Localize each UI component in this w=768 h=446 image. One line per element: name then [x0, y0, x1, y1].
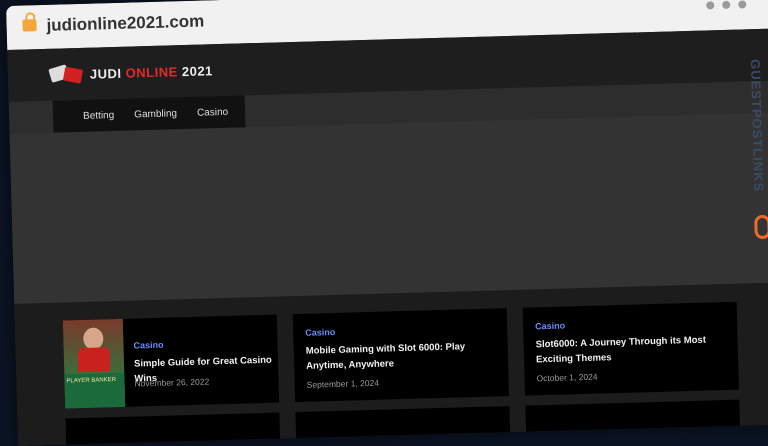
post-date: October 1, 2024	[536, 371, 598, 384]
browser-window: judionline2021.com JUDI ONLINE 2021 Bett…	[6, 0, 768, 446]
menu-dot-icon	[706, 1, 715, 10]
post-title[interactable]: Slot6000: A Journey Through its Most Exc…	[535, 332, 726, 367]
post-date: September 1, 2024	[306, 377, 380, 390]
watermark-text: GUESTPOSTLINKS	[747, 58, 767, 193]
logo-text-online: ONLINE	[125, 63, 178, 81]
menu-dot-icon	[738, 0, 747, 9]
post-category[interactable]: Casino	[535, 321, 565, 332]
post-category[interactable]: Casino	[305, 327, 335, 338]
post-title[interactable]: Mobile Gaming with Slot 6000: Play Anyti…	[306, 338, 497, 373]
logo-text-judi: JUDI	[89, 65, 126, 82]
main-nav: Betting Gambling Casino	[52, 95, 246, 133]
post-thumbnail[interactable]: PLAYER BANKER	[62, 318, 126, 409]
link-icon	[754, 214, 768, 240]
web-page: JUDI ONLINE 2021 Betting Gambling Casino…	[7, 28, 768, 446]
post-card[interactable]	[525, 399, 741, 436]
address-bar[interactable]: judionline2021.com	[46, 11, 204, 35]
browser-menu[interactable]	[706, 0, 747, 10]
nav-item-gambling[interactable]: Gambling	[134, 108, 177, 120]
posts-section: PLAYER BANKER Casino Simple Guide for Gr…	[14, 282, 768, 446]
post-card[interactable]	[65, 412, 281, 446]
logo-text-year: 2021	[177, 62, 213, 79]
post-card[interactable]: Casino Mobile Gaming with Slot 6000: Pla…	[292, 308, 510, 403]
post-card[interactable]: PLAYER BANKER Casino Simple Guide for Gr…	[62, 314, 280, 409]
nav-item-betting[interactable]: Betting	[83, 110, 114, 122]
lock-icon	[22, 19, 37, 32]
hero-banner	[9, 112, 768, 304]
post-card[interactable]	[295, 406, 511, 443]
logo-text: JUDI ONLINE 2021	[90, 63, 213, 81]
post-card[interactable]: Casino Slot6000: A Journey Through its M…	[522, 301, 739, 396]
playing-cards-icon	[48, 64, 87, 85]
post-date: November 26, 2022	[134, 376, 210, 389]
site-logo[interactable]: JUDI ONLINE 2021	[48, 60, 213, 85]
post-category[interactable]: Casino	[133, 340, 163, 351]
nav-item-casino[interactable]: Casino	[197, 106, 228, 118]
menu-dot-icon	[722, 0, 731, 9]
